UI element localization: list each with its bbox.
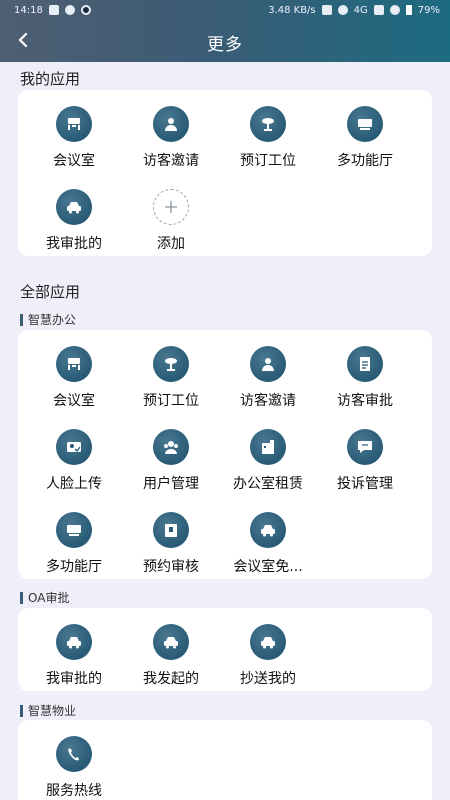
app-label: 我审批的 [46,671,102,687]
group-title-smart-office: 智慧办公 [20,314,76,326]
app-item[interactable]: 预订工位 [123,332,219,414]
app-item[interactable]: 访客邀请 [123,92,219,174]
gallery-notification-icon [48,5,59,15]
app-label: 预订工位 [143,393,199,409]
page-title: 更多 [207,35,243,55]
visitor-invite-icon [153,106,189,142]
car-icon [250,512,286,548]
app-item[interactable]: 投诉管理 [317,415,413,497]
app-item[interactable]: 服务热线 [26,722,122,800]
app-label: 我审批的 [46,236,102,252]
status-network: 4G [353,4,368,16]
app-label: 访客邀请 [143,153,199,169]
app-label: 会议室 [53,393,95,409]
app-item[interactable]: 我审批的 [26,610,122,692]
oa-approval-card: 我审批的 我发起的 抄送我的 [18,608,432,691]
status-battery: 79% [417,4,440,16]
car-icon [56,624,92,660]
app-item[interactable]: 多功能厅 [317,92,413,174]
battery-icon [405,5,412,15]
app-item[interactable]: 多功能厅 [26,498,122,580]
app-label: 会议室免... [233,559,303,575]
add-icon [153,189,189,225]
nav-bar: 更多 [0,20,450,62]
user-management-icon [153,429,189,465]
group-title-oa-approval: OA审批 [20,592,69,604]
app-item[interactable]: 预订工位 [220,92,316,174]
reservation-review-icon [153,512,189,548]
top-bar: 14:18 3.48 KB/s 4G 79% 更多 [0,0,450,62]
meeting-room-icon [56,106,92,142]
status-net-speed: 3.48 KB/s [268,4,316,16]
app-item[interactable]: 用户管理 [123,415,219,497]
app-label: 投诉管理 [337,476,393,492]
face-upload-icon [56,429,92,465]
complaint-icon [347,429,383,465]
app-label: 用户管理 [143,476,199,492]
app-item[interactable]: 我发起的 [123,610,219,692]
all-apps-title: 全部应用 [20,283,81,301]
my-apps-card: 会议室 访客邀请 预订工位 多功能厅我审批的 添加 [18,90,432,256]
app-item[interactable]: 访客邀请 [220,332,316,414]
app-label: 多功能厅 [337,153,393,169]
book-desk-icon [250,106,286,142]
app-notification-icon [80,5,91,15]
app-item[interactable]: 会议室 [26,92,122,174]
hotline-icon [56,736,92,772]
app-item[interactable]: 会议室免... [220,498,316,580]
app-label: 访客邀请 [240,393,296,409]
app-item[interactable]: 我审批的 [26,175,122,257]
group-title-smart-property: 智慧物业 [20,705,76,717]
app-label: 人脸上传 [46,476,102,492]
app-label: 预约审核 [143,559,199,575]
app-item[interactable]: 访客审批 [317,332,413,414]
app-item[interactable]: 预约审核 [123,498,219,580]
app-label: 我发起的 [143,671,199,687]
smart-property-card: 服务热线 [18,720,432,800]
visitor-invite-icon [250,346,286,382]
app-item[interactable]: 抄送我的 [220,610,316,692]
app-label: 多功能厅 [46,559,102,575]
app-item[interactable]: 办公室租赁 [220,415,316,497]
app-label: 访客审批 [337,393,393,409]
navigation-notification-icon [64,5,75,15]
multipurpose-hall-icon [56,512,92,548]
book-desk-icon [153,346,189,382]
app-item[interactable]: 人脸上传 [26,415,122,497]
car-icon [250,624,286,660]
alarm-icon [389,5,400,15]
multipurpose-hall-icon [347,106,383,142]
my-apps-title: 我的应用 [20,70,81,88]
status-bar: 14:18 3.48 KB/s 4G 79% [0,0,450,20]
wifi-icon [337,5,348,15]
car-icon [153,624,189,660]
app-label: 预订工位 [240,153,296,169]
app-label: 抄送我的 [240,671,296,687]
office-lease-icon [250,429,286,465]
app-label: 办公室租赁 [233,476,303,492]
app-item[interactable]: 会议室 [26,332,122,414]
app-label: 添加 [157,236,185,252]
app-item[interactable]: 添加 [123,175,219,257]
signal-icon [373,5,384,15]
app-label: 会议室 [53,153,95,169]
visitor-approval-icon [347,346,383,382]
meeting-room-icon [56,346,92,382]
app-label: 服务热线 [46,783,102,799]
status-time: 14:18 [14,4,43,16]
car-icon [56,189,92,225]
mute-icon [321,5,332,15]
smart-office-card: 会议室 预订工位 访客邀请 访客审批人脸上传 用户管理 办公室租赁 投诉管理多功能厅 预约审核… [18,330,432,579]
